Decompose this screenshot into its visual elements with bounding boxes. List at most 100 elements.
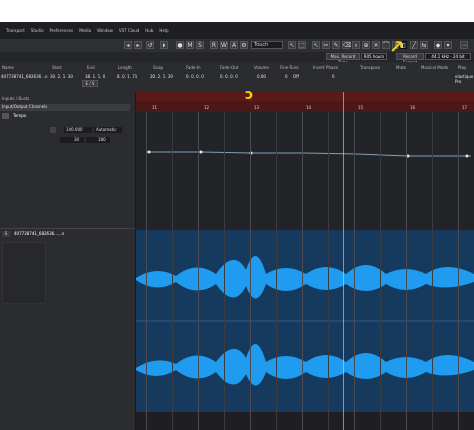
tempo-value-field[interactable]: 140.000 xyxy=(64,127,92,133)
project-cursor[interactable] xyxy=(343,92,344,430)
automation-toggle[interactable]: A xyxy=(230,41,238,49)
eraser-icon[interactable]: ⌫ xyxy=(342,41,351,49)
tempo-mode-select[interactable]: Automatic xyxy=(94,127,122,133)
info-value-start[interactable]: 30. 2. 1. 30 xyxy=(50,74,73,79)
info-value-play[interactable]: elastique Pro xyxy=(455,74,474,84)
info-value-fine-tune[interactable]: 0 xyxy=(285,74,288,79)
ruler-bar-17: 17 xyxy=(462,105,468,110)
mute-tool-icon[interactable]: ✕ xyxy=(372,41,380,49)
track-state-icon[interactable] xyxy=(2,113,9,119)
grid-line xyxy=(198,112,199,430)
quantize-icon[interactable]: ◆ xyxy=(434,41,442,49)
annotation-mark: ↄ xyxy=(245,87,254,103)
audio-track-name: 407738741_682636......n xyxy=(14,231,65,236)
track-picture xyxy=(2,242,46,304)
snap-icon[interactable]: ⇆ xyxy=(420,41,428,49)
tempo-high-field[interactable]: 180 xyxy=(86,137,110,143)
more-icon[interactable]: ⋯ xyxy=(460,41,468,49)
info-label-length: Length xyxy=(118,65,132,70)
inspector-toggle-button[interactable]: E / S xyxy=(82,80,98,87)
tempo-low-field[interactable]: 30 xyxy=(60,137,84,143)
color-icon[interactable]: ▾ xyxy=(444,41,452,49)
tempo-lane[interactable] xyxy=(136,112,474,230)
mute-toggle[interactable]: M xyxy=(186,41,194,49)
grid-line xyxy=(328,112,329,430)
tempo-curve[interactable] xyxy=(136,112,474,230)
info-value-fade-out[interactable]: 0. 0. 0. 0 xyxy=(220,74,238,79)
ruler-bar-12: 12 xyxy=(204,105,210,110)
track-divider xyxy=(0,228,135,229)
info-label-play: Play xyxy=(458,65,467,70)
info-label-transpose: Transpose xyxy=(360,65,381,70)
solo-toggle[interactable]: S xyxy=(196,41,204,49)
pointer-icon[interactable]: ↖ xyxy=(312,41,320,49)
max-record-value: 605 hours xyxy=(361,53,387,60)
tool-punch-icon[interactable]: ⏵ xyxy=(160,41,168,49)
tool-cycle-icon[interactable]: ● xyxy=(176,41,184,49)
object-select-icon[interactable]: ↖ xyxy=(288,41,296,49)
info-value-snap[interactable]: 30. 2. 1. 30 xyxy=(150,74,173,79)
tool-loop-icon[interactable]: ↺ xyxy=(146,41,154,49)
info-value-length[interactable]: 8. 0. 1. 71 xyxy=(117,74,137,79)
grid-line xyxy=(406,112,407,430)
annotation-arrow: ↗ xyxy=(389,37,405,58)
info-label-invert-phase: Invert Phase xyxy=(313,65,338,70)
menu-item-transport[interactable]: Transport xyxy=(6,28,25,33)
menu-item-help[interactable]: Help xyxy=(159,28,168,33)
waveform xyxy=(136,255,474,386)
info-value-volume[interactable]: 0.00 xyxy=(257,74,266,79)
zoom-icon[interactable]: ⌕ xyxy=(352,41,360,49)
info-value-end[interactable]: 38. 1. 1. 0 xyxy=(85,74,105,79)
info-label-name: Name xyxy=(2,65,14,70)
grid-line xyxy=(302,112,303,430)
automation-mode-select[interactable]: Touch xyxy=(251,41,283,49)
max-record-label: Max. Record Time xyxy=(326,53,360,65)
cubase-window: Transport Studio Preferences Media Windo… xyxy=(0,22,474,430)
ruler-bar-16: 16 xyxy=(410,105,416,110)
tool-forward-icon[interactable]: ▸ xyxy=(134,41,142,49)
info-value-invert-phase[interactable]: Off xyxy=(293,74,299,79)
draw-icon[interactable]: ✎ xyxy=(332,41,340,49)
audio-track-header[interactable]: S 407738741_682636......n xyxy=(2,231,132,238)
menu-item-media[interactable]: Media xyxy=(79,28,91,33)
tempo-track-name: Tempo xyxy=(13,113,27,118)
cycle-range[interactable] xyxy=(136,92,474,101)
info-label-fine-tune: Fine-Tune xyxy=(280,65,299,70)
info-label-volume: Volume xyxy=(254,65,269,70)
range-select-icon[interactable]: ⬚ xyxy=(298,41,306,49)
read-toggle[interactable]: R xyxy=(210,41,218,49)
tempo-lock-icon[interactable] xyxy=(50,127,56,133)
menu-item-hub[interactable]: Hub xyxy=(145,28,153,33)
audio-event[interactable] xyxy=(136,230,474,412)
info-line: Name Start End Length Snap Fade-In Fade-… xyxy=(0,62,474,92)
settings-icon[interactable]: ⚙ xyxy=(240,41,248,49)
menu-item-preferences[interactable]: Preferences xyxy=(50,28,74,33)
line-tool-icon[interactable]: ╱ xyxy=(410,41,418,49)
info-value-fade-in[interactable]: 0. 0. 0. 0 xyxy=(186,74,204,79)
grid-line xyxy=(224,112,225,430)
info-label-start: Start xyxy=(52,65,62,70)
ruler-bar-14: 14 xyxy=(306,105,312,110)
tempo-track-header[interactable]: Tempo xyxy=(2,113,132,120)
glue-icon[interactable]: ⊕ xyxy=(362,41,370,49)
menu-item-studio[interactable]: Studio xyxy=(31,28,44,33)
tool-back-icon[interactable]: ◂ xyxy=(124,41,132,49)
menu-item-window[interactable]: Window xyxy=(97,28,113,33)
audio-solo-button[interactable]: S xyxy=(2,231,10,237)
inspector-section-io[interactable]: Input/Output Channels xyxy=(0,104,130,111)
tempo-range: 30 180 xyxy=(60,137,130,144)
ruler-bar-13: 13 xyxy=(254,105,260,110)
split-icon[interactable]: ✂ xyxy=(322,41,330,49)
grid-line xyxy=(354,112,355,430)
grid-line xyxy=(432,112,433,430)
info-label-musical-mode: Musical Mode xyxy=(421,65,449,70)
info-value-transpose[interactable]: 0 xyxy=(332,74,335,79)
info-value-name[interactable]: 407738741_682636...n xyxy=(1,74,48,79)
grid-line xyxy=(458,112,459,430)
inspector-section-busts[interactable]: Inputs / Busts xyxy=(2,96,132,103)
ruler-bar-11: 11 xyxy=(152,105,158,110)
grid-line xyxy=(172,112,173,430)
timeline-ruler[interactable]: 11 12 13 14 15 16 17 xyxy=(136,92,474,112)
menu-item-vst-cloud[interactable]: VST Cloud xyxy=(119,28,139,33)
write-toggle[interactable]: W xyxy=(220,41,228,49)
